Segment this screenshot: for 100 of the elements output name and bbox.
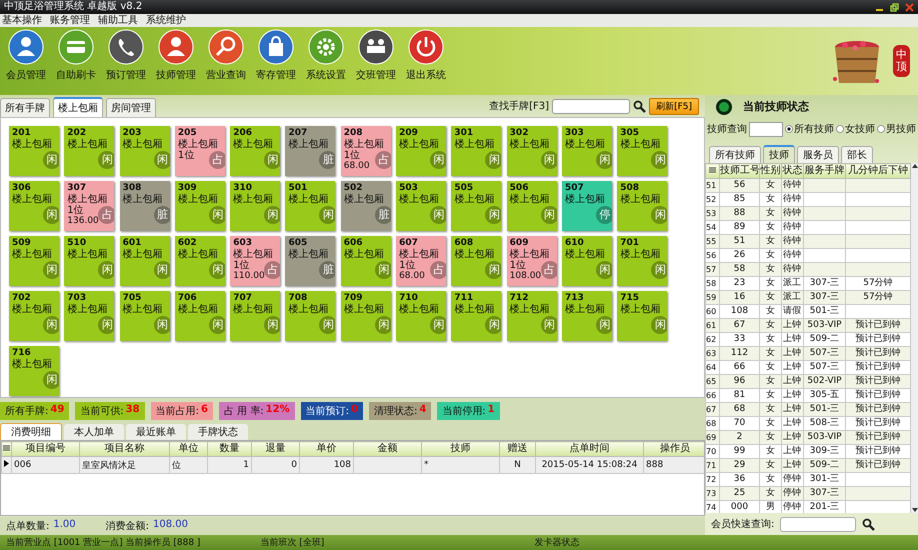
room-tile[interactable]: 601 楼上包厢 闲 — [120, 236, 170, 286]
room-tile[interactable]: 711 楼上包厢 闲 — [451, 291, 502, 341]
room-tile[interactable]: 708 楼上包厢 闲 — [285, 291, 336, 341]
toolbar-button[interactable]: 营业查询 — [202, 29, 250, 93]
column-header[interactable]: 项目编号 — [12, 442, 80, 456]
search-icon[interactable] — [862, 518, 876, 530]
room-tile[interactable]: 201 楼上包厢 闲 — [9, 126, 59, 176]
search-icon[interactable] — [633, 100, 646, 112]
column-header[interactable]: 性别 — [760, 164, 782, 178]
column-header[interactable]: 几分钟后下钟 — [846, 164, 910, 178]
room-tile[interactable]: 503 楼上包厢 闲 — [396, 181, 446, 231]
tab[interactable]: 服务员 — [797, 146, 839, 163]
room-tile[interactable]: 602 楼上包厢 闲 — [174, 236, 225, 286]
radio-option[interactable]: 男技师 — [877, 122, 916, 136]
room-tile[interactable]: 715 楼上包厢 闲 — [617, 291, 668, 341]
toolbar-button[interactable]: 退出系统 — [402, 29, 450, 93]
radio-icon[interactable] — [785, 125, 793, 133]
room-tile[interactable]: 606 楼上包厢 闲 — [340, 236, 391, 286]
column-header[interactable]: 服务手牌 — [804, 164, 846, 178]
room-tile[interactable]: 501 楼上包厢 闲 — [285, 181, 336, 231]
column-header[interactable]: 技师 — [422, 442, 500, 456]
column-header[interactable]: 退量 — [252, 442, 300, 456]
room-tile[interactable]: 305 楼上包厢 闲 — [617, 126, 668, 176]
menu-item[interactable]: 账务管理 — [50, 14, 90, 27]
room-tile[interactable]: 509 楼上包厢 闲 — [9, 236, 59, 286]
tab[interactable]: 最近账单 — [126, 424, 186, 440]
column-header[interactable]: 点单时间 — [536, 442, 644, 456]
scroll-down-icon[interactable] — [911, 507, 918, 513]
room-tile[interactable]: 505 楼上包厢 闲 — [451, 181, 502, 231]
tab[interactable]: 部长 — [841, 146, 873, 163]
restore-icon[interactable] — [890, 2, 899, 12]
toolbar-button[interactable]: 预订管理 — [102, 29, 150, 93]
tab[interactable]: 技师 — [763, 145, 795, 163]
tab[interactable]: 消费明细 — [0, 423, 62, 440]
room-tile[interactable]: 608 楼上包厢 闲 — [451, 236, 502, 286]
room-tile[interactable]: 502 楼上包厢 脏 — [340, 181, 391, 231]
scroll-up-icon[interactable] — [911, 163, 918, 169]
toolbar-button[interactable]: 技师管理 — [152, 29, 200, 93]
close-icon[interactable] — [905, 2, 914, 12]
room-tile[interactable]: 510 楼上包厢 闲 — [64, 236, 114, 286]
radio-option[interactable]: 所有技师 — [785, 122, 834, 136]
column-header[interactable]: 单位 — [170, 442, 208, 456]
room-tile[interactable]: 605 楼上包厢 脏 — [285, 236, 336, 286]
radio-option[interactable]: 女技师 — [836, 122, 875, 136]
tab[interactable]: 本人加单 — [64, 424, 124, 440]
toolbar-button[interactable]: 交班管理 — [352, 29, 400, 93]
room-tile[interactable]: 310 楼上包厢 闲 — [230, 181, 280, 231]
room-tile[interactable]: 205 楼上包厢 1位 占 — [174, 126, 225, 176]
room-tile[interactable]: 301 楼上包厢 闲 — [451, 126, 502, 176]
menu-item[interactable]: 基本操作 — [2, 14, 42, 27]
search-field[interactable] — [552, 98, 630, 114]
tab[interactable]: 楼上包厢 — [53, 97, 103, 117]
room-tile[interactable]: 302 楼上包厢 闲 — [506, 126, 557, 176]
room-tile[interactable]: 709 楼上包厢 闲 — [340, 291, 391, 341]
tab[interactable]: 所有手牌 — [0, 98, 50, 117]
room-tile[interactable]: 303 楼上包厢 闲 — [562, 126, 612, 176]
column-header[interactable]: 项目名称 — [80, 442, 170, 456]
column-header[interactable]: 数量 — [208, 442, 252, 456]
room-tile[interactable]: 306 楼上包厢 闲 — [9, 181, 59, 231]
toolbar-button[interactable]: 会员管理 — [2, 29, 50, 93]
room-tile[interactable]: 707 楼上包厢 闲 — [230, 291, 280, 341]
toolbar-button[interactable]: 寄存管理 — [252, 29, 300, 93]
room-tile[interactable]: 716 楼上包厢 闲 — [9, 346, 59, 396]
menu-item[interactable]: 系统维护 — [146, 14, 186, 27]
radio-icon[interactable] — [877, 125, 885, 133]
tab[interactable]: 手牌状态 — [188, 424, 248, 440]
radio-icon[interactable] — [836, 125, 844, 133]
room-tile[interactable]: 712 楼上包厢 闲 — [506, 291, 557, 341]
room-tile[interactable]: 506 楼上包厢 闲 — [506, 181, 557, 231]
room-tile[interactable]: 309 楼上包厢 闲 — [174, 181, 225, 231]
column-header[interactable]: 状态 — [782, 164, 804, 178]
room-tile[interactable]: 507 楼上包厢 停 — [562, 181, 612, 231]
column-header[interactable]: 技师工号 — [720, 164, 760, 178]
room-tile[interactable]: 713 楼上包厢 闲 — [562, 291, 612, 341]
room-tile[interactable]: 702 楼上包厢 闲 — [9, 291, 59, 341]
room-tile[interactable]: 703 楼上包厢 闲 — [64, 291, 114, 341]
column-header[interactable]: 操作员 — [644, 442, 704, 456]
room-tile[interactable]: 701 楼上包厢 闲 — [617, 236, 668, 286]
room-tile[interactable]: 207 楼上包厢 脏 — [285, 126, 336, 176]
tab[interactable]: 房间管理 — [106, 98, 156, 117]
toolbar-button[interactable]: 自助刷卡 — [52, 29, 100, 93]
room-tile[interactable]: 705 楼上包厢 闲 — [120, 291, 170, 341]
room-tile[interactable]: 202 楼上包厢 闲 — [64, 126, 114, 176]
room-tile[interactable]: 206 楼上包厢 闲 — [230, 126, 280, 176]
room-tile[interactable]: 203 楼上包厢 闲 — [120, 126, 170, 176]
menu-item[interactable]: 辅助工具 — [98, 14, 138, 27]
refresh-button[interactable]: 刷新[F5] — [649, 98, 699, 114]
column-header[interactable]: 单价 — [300, 442, 354, 456]
toolbar-button[interactable]: 系统设置 — [302, 29, 350, 93]
room-tile[interactable]: 610 楼上包厢 闲 — [562, 236, 612, 286]
query-field[interactable] — [749, 122, 783, 136]
column-header[interactable]: 赠送 — [500, 442, 536, 456]
column-header[interactable]: 金额 — [354, 442, 422, 456]
room-tile[interactable]: 308 楼上包厢 脏 — [120, 181, 170, 231]
room-tile[interactable]: 710 楼上包厢 闲 — [396, 291, 446, 341]
room-tile[interactable]: 209 楼上包厢 闲 — [396, 126, 446, 176]
room-tile[interactable]: 706 楼上包厢 闲 — [174, 291, 225, 341]
room-tile[interactable]: 508 楼上包厢 闲 — [617, 181, 668, 231]
tab[interactable]: 所有技师 — [709, 146, 761, 163]
member-search-field[interactable] — [780, 516, 856, 532]
